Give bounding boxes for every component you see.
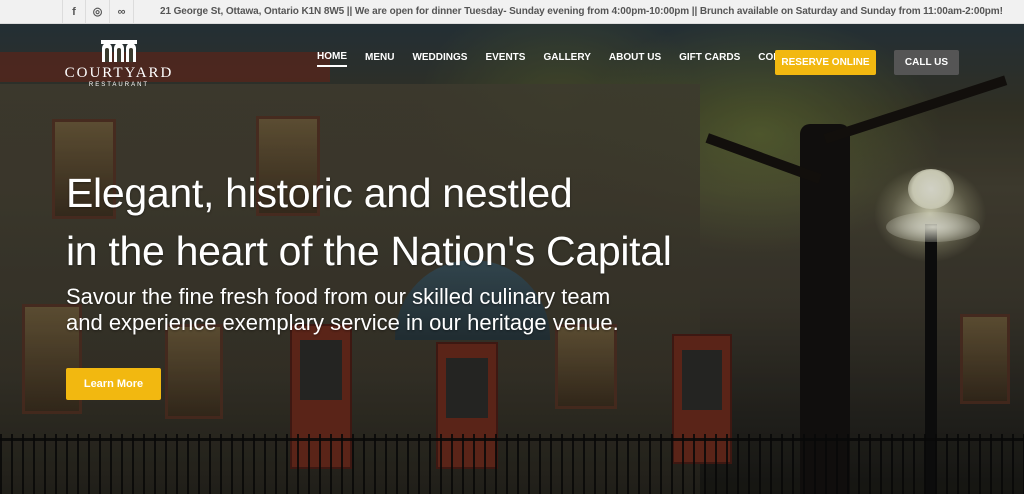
logo-name: COURTYARD: [64, 65, 174, 81]
reserve-online-button[interactable]: RESERVE ONLINE: [775, 50, 876, 75]
address-hours-text: 21 George St, Ottawa, Ontario K1N 8W5 ||…: [160, 6, 1003, 17]
logo-subtitle: RESTAURANT: [88, 82, 150, 88]
hero-subheadline-line-2: and experience exemplary service in our …: [66, 310, 619, 335]
courtyard-arches-icon: [101, 40, 137, 62]
hero-subheadline: Savour the fine fresh food from our skil…: [66, 284, 619, 336]
hero-headline-line-2: in the heart of the Nation's Capital: [66, 228, 672, 274]
nav-item-weddings[interactable]: WEDDINGS: [412, 52, 467, 66]
main-nav: HOME MENU WEDDINGS EVENTS GALLERY ABOUT …: [317, 51, 841, 67]
instagram-icon[interactable]: ◎: [86, 0, 110, 24]
hero-headline-line-1: Elegant, historic and nestled: [66, 170, 573, 216]
nav-item-about-us[interactable]: ABOUT US: [609, 52, 661, 66]
learn-more-button[interactable]: Learn More: [66, 368, 161, 400]
nav-item-home[interactable]: HOME: [317, 51, 347, 67]
facebook-icon[interactable]: f: [62, 0, 86, 24]
nav-item-gallery[interactable]: GALLERY: [543, 52, 590, 66]
nav-item-gift-cards[interactable]: GIFT CARDS: [679, 52, 740, 66]
hero-subheadline-line-1: Savour the fine fresh food from our skil…: [66, 284, 611, 309]
site-logo[interactable]: COURTYARD RESTAURANT: [64, 40, 174, 89]
hero-section: COURTYARD RESTAURANT HOME MENU WEDDINGS …: [0, 24, 1024, 494]
nav-item-events[interactable]: EVENTS: [485, 52, 525, 66]
call-us-button[interactable]: CALL US: [894, 50, 959, 75]
social-links: f ◎ ∞: [0, 0, 134, 24]
top-info-bar: f ◎ ∞ 21 George St, Ottawa, Ontario K1N …: [0, 0, 1024, 24]
hero-headline: Elegant, historic and nestled in the hea…: [66, 164, 672, 280]
tripadvisor-icon[interactable]: ∞: [110, 0, 134, 24]
nav-item-menu[interactable]: MENU: [365, 52, 394, 66]
